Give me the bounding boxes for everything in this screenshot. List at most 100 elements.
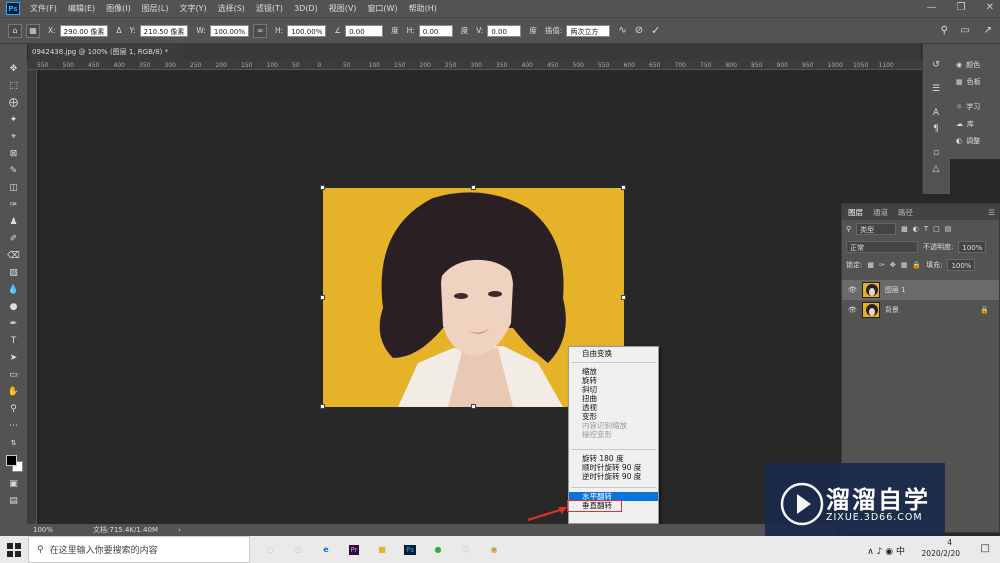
menu-warp[interactable]: 变形 — [569, 412, 658, 421]
paragraph-icon[interactable]: ¶ — [929, 122, 943, 136]
transform-handle[interactable] — [320, 185, 325, 190]
more-tools-icon[interactable]: ⋯ — [7, 419, 21, 433]
tab-paths[interactable]: 路径 — [898, 207, 913, 218]
gradient-tool-icon[interactable]: ▧ — [7, 266, 21, 280]
edge-icon[interactable]: e — [312, 536, 340, 563]
filter-pixel-icon[interactable]: ▩ — [901, 225, 908, 233]
restore-icon[interactable]: ❐ — [957, 2, 966, 13]
angle-field[interactable]: 0.00 — [345, 24, 384, 37]
blend-mode-select[interactable]: 正常 — [846, 241, 918, 253]
fill-field[interactable]: 100% — [947, 259, 976, 271]
search-icon[interactable]: ⚲ — [941, 25, 948, 36]
swap-colors-icon[interactable]: ⇅ — [7, 436, 21, 450]
transform-handle[interactable] — [471, 404, 476, 409]
photoshop-taskbar-icon[interactable]: Ps — [396, 536, 424, 563]
eyedropper-tool-icon[interactable]: ✎ — [7, 164, 21, 178]
dodge-tool-icon[interactable]: ● — [7, 300, 21, 314]
glyphs-icon[interactable]: △ — [929, 162, 943, 176]
brushes-icon[interactable]: ▫ — [929, 146, 943, 160]
zoom-level[interactable]: 100% — [33, 526, 53, 534]
lock-pixels-icon[interactable]: ▩ — [867, 261, 874, 269]
hskew-field[interactable]: 0.00 — [418, 24, 453, 37]
link-icon[interactable]: ∞ — [253, 23, 268, 38]
frame-tool-icon[interactable]: ⊠ — [7, 147, 21, 161]
filter-shape-icon[interactable]: □ — [933, 225, 940, 233]
layer-row[interactable]: 👁 背景 🔒 — [842, 300, 999, 320]
history-icon[interactable]: ↺ — [929, 58, 943, 72]
transform-handle[interactable] — [471, 185, 476, 190]
close-icon[interactable]: ✕ — [986, 2, 994, 13]
properties-icon[interactable]: ☰ — [929, 82, 943, 96]
app-icon[interactable]: ◉ — [480, 536, 508, 563]
lock-artboard-icon[interactable]: ▦ — [901, 261, 908, 269]
tab-layers[interactable]: 图层 — [848, 207, 863, 218]
filter-smart-icon[interactable]: ▤ — [945, 225, 952, 233]
menu-file[interactable]: 文件(F) — [30, 3, 57, 14]
tab-channels[interactable]: 通道 — [873, 207, 888, 218]
workspace-icon[interactable]: ▭ — [961, 25, 970, 36]
magic-wand-tool-icon[interactable]: ✦ — [7, 113, 21, 127]
panel-swatches[interactable]: ▦ 色板 — [950, 73, 1000, 90]
menu-rotate[interactable]: 旋转 — [569, 376, 658, 385]
taskbar-date[interactable]: 2020/2/20 — [922, 549, 960, 558]
filter-adjust-icon[interactable]: ◐ — [913, 225, 919, 233]
panel-color[interactable]: ◉ 颜色 — [950, 56, 1000, 73]
taskbar-search[interactable]: ⚲ 在这里输入你要搜索的内容 — [28, 536, 250, 563]
menu-3d[interactable]: 3D(D) — [294, 4, 318, 13]
menu-view[interactable]: 视图(V) — [329, 3, 357, 14]
menu-perspective[interactable]: 透视 — [569, 403, 658, 412]
menu-help[interactable]: 帮助(H) — [409, 3, 437, 14]
panel-adjustments[interactable]: ◐ 调整 — [950, 132, 1000, 149]
status-arrow-icon[interactable]: › — [178, 526, 181, 534]
color-swatches[interactable] — [4, 453, 24, 473]
cortana-icon[interactable]: ○ — [256, 536, 284, 563]
start-button[interactable] — [0, 536, 28, 563]
y-field[interactable]: 210.50 像素 — [139, 24, 189, 37]
move-tool-icon[interactable]: ✥ — [7, 62, 21, 76]
opacity-field[interactable]: 100% — [958, 241, 987, 253]
transform-handle[interactable] — [621, 295, 626, 300]
marquee-tool-icon[interactable]: ⬚ — [7, 79, 21, 93]
path-selection-tool-icon[interactable]: ➤ — [7, 351, 21, 365]
premiere-icon[interactable]: Pr — [340, 536, 368, 563]
panel-learn[interactable]: ☼ 学习 — [950, 98, 1000, 115]
warp-icon[interactable]: ∿ — [618, 25, 626, 36]
character-icon[interactable]: A — [929, 106, 943, 120]
task-view-icon[interactable]: ◫ — [284, 536, 312, 563]
w-field[interactable]: 100.00% — [209, 24, 250, 37]
h-field[interactable]: 100.00% — [287, 24, 327, 37]
menu-free-transform[interactable]: 自由变换 — [569, 349, 658, 358]
home-icon[interactable]: ⌂ — [8, 23, 22, 38]
screen-mode-icon[interactable]: ▤ — [7, 494, 21, 508]
menu-scale[interactable]: 缩放 — [569, 367, 658, 376]
layer-filter-select[interactable]: 类型 — [856, 223, 897, 235]
rectangle-tool-icon[interactable]: ▭ — [7, 368, 21, 382]
interp-select[interactable]: 两次立方 — [566, 24, 611, 37]
cancel-icon[interactable]: ⊘ — [635, 25, 643, 36]
lasso-tool-icon[interactable]: ⨁ — [7, 96, 21, 110]
healing-tool-icon[interactable]: ◫ — [7, 181, 21, 195]
menu-rotate-90-ccw[interactable]: 逆时针旋转 90 度 — [569, 472, 658, 481]
share-icon[interactable]: ↗ — [984, 25, 992, 36]
reference-point-icon[interactable]: ▦ — [26, 23, 40, 38]
file-explorer-icon[interactable]: ■ — [368, 536, 396, 563]
menu-distort[interactable]: 扭曲 — [569, 394, 658, 403]
blur-tool-icon[interactable]: 💧 — [7, 283, 21, 297]
menu-image[interactable]: 图像(I) — [106, 3, 131, 14]
foreground-color[interactable] — [5, 455, 17, 466]
layer-row[interactable]: 👁 图层 1 — [842, 280, 999, 300]
hand-tool-icon[interactable]: ✋ — [7, 385, 21, 399]
crop-tool-icon[interactable]: ⌖ — [7, 130, 21, 144]
menu-type[interactable]: 文字(Y) — [179, 3, 206, 14]
vskew-field[interactable]: 0.00 — [487, 24, 522, 37]
transform-handle[interactable] — [320, 404, 325, 409]
filter-type-icon[interactable]: T — [924, 225, 928, 233]
pen-tool-icon[interactable]: ✒ — [7, 317, 21, 331]
lock-move-icon[interactable]: ✥ — [890, 261, 896, 269]
x-field[interactable]: 290.00 像素 — [59, 24, 109, 37]
visibility-eye-icon[interactable]: 👁 — [848, 306, 857, 314]
stamp-tool-icon[interactable]: ♟ — [7, 215, 21, 229]
menu-layer[interactable]: 图层(L) — [142, 3, 169, 14]
menu-edit[interactable]: 编辑(E) — [68, 3, 95, 14]
commit-icon[interactable]: ✓ — [651, 24, 660, 37]
